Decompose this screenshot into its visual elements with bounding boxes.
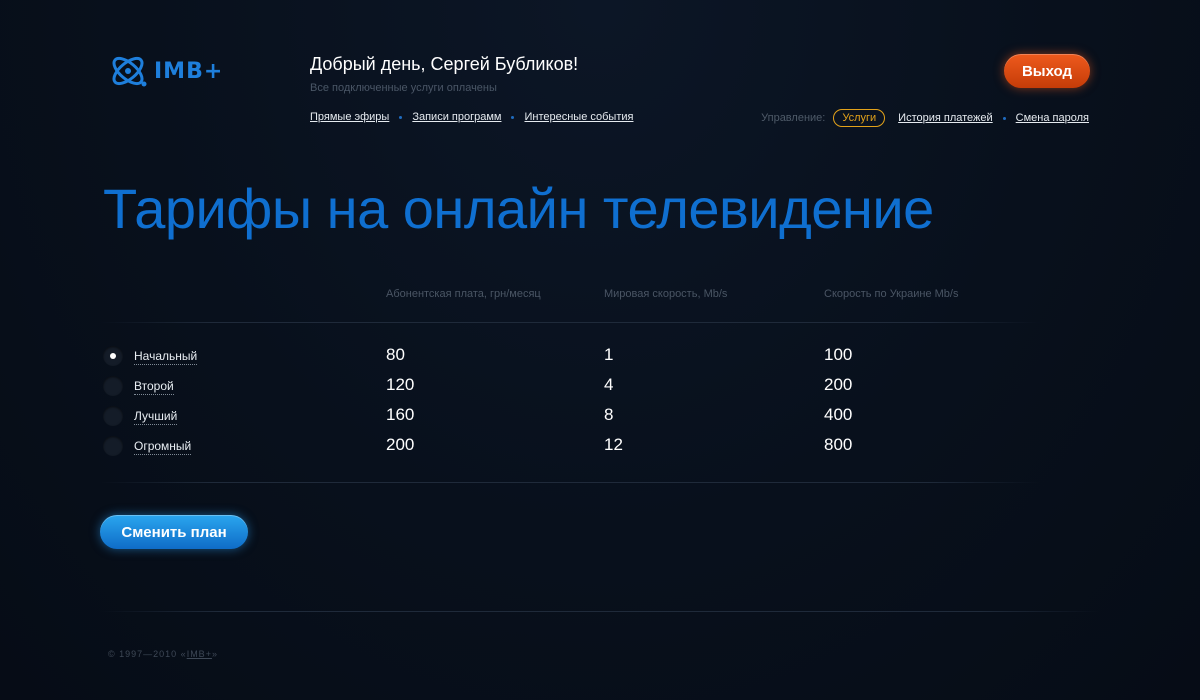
logo-text: IMB+ — [154, 58, 224, 84]
ua-speed-cell: 200 — [824, 375, 853, 394]
world-speed-cell: 1 — [604, 345, 614, 364]
table-row: Огромный 200 12 800 — [0, 433, 1200, 463]
plan-name[interactable]: Начальный — [134, 349, 198, 365]
copyright-text: © 1997—2010 « — [108, 649, 187, 659]
footer-divider — [100, 611, 1100, 612]
fee-cell: 160 — [386, 405, 415, 424]
management-nav: Управление: Услуги История платежей Смен… — [761, 109, 1089, 127]
world-speed-cell: 4 — [604, 375, 614, 394]
world-speed-cell: 12 — [604, 435, 623, 454]
table-row: Второй 120 4 200 — [0, 373, 1200, 403]
fee-cell: 200 — [386, 435, 415, 454]
nav-separator — [511, 115, 515, 119]
column-header-world-speed: Мировая скорость, Mb/s — [604, 288, 728, 300]
logo[interactable]: IMB+ — [108, 46, 238, 96]
plan-radio[interactable] — [103, 376, 123, 396]
ua-speed-cell: 100 — [824, 345, 853, 364]
column-header-fee: Абонентская плата, грн/месяц — [386, 288, 541, 300]
nav-change-password[interactable]: Смена пароля — [1016, 112, 1089, 124]
main-nav: Прямые эфиры Записи программ Интересные … — [310, 111, 633, 123]
atom-orbit-icon — [112, 56, 147, 87]
table-top-divider — [100, 322, 1040, 323]
fee-cell: 120 — [386, 375, 415, 394]
column-header-ua-speed: Скорость по Украине Mb/s — [824, 288, 959, 300]
nav-live-broadcasts[interactable]: Прямые эфиры — [310, 111, 389, 123]
nav-payment-history[interactable]: История платежей — [898, 112, 993, 124]
page-title: Тарифы на онлайн телевидение — [103, 177, 934, 240]
copyright-close: » — [211, 649, 218, 659]
plan-name[interactable]: Огромный — [134, 439, 192, 455]
nav-separator — [1002, 116, 1006, 120]
footer-copyright: © 1997—2010 «IMB+» — [108, 649, 218, 659]
ua-speed-cell: 800 — [824, 435, 853, 454]
payment-status: Все подключенные услуги оплачены — [310, 82, 497, 94]
table-row: Начальный 80 1 100 — [0, 343, 1200, 373]
greeting: Добрый день, Сергей Бубликов! — [310, 54, 579, 74]
ua-speed-cell: 400 — [824, 405, 853, 424]
footer-brand-link[interactable]: IMB+ — [187, 649, 212, 659]
management-label: Управление: — [761, 112, 826, 124]
table-bottom-divider — [100, 482, 1040, 483]
plan-radio[interactable] — [103, 406, 123, 426]
nav-program-recordings[interactable]: Записи программ — [412, 111, 501, 123]
table-row: Лучший 160 8 400 — [0, 403, 1200, 433]
plan-name[interactable]: Второй — [134, 379, 174, 395]
plan-radio[interactable] — [103, 436, 123, 456]
logout-button[interactable]: Выход — [1004, 54, 1090, 88]
change-plan-button[interactable]: Сменить план — [100, 515, 248, 549]
plan-radio[interactable] — [103, 346, 123, 366]
world-speed-cell: 8 — [604, 405, 614, 424]
nav-separator — [399, 115, 403, 119]
fee-cell: 80 — [386, 345, 405, 364]
nav-services[interactable]: Услуги — [833, 109, 886, 127]
nav-interesting-events[interactable]: Интересные события — [524, 111, 633, 123]
plan-name[interactable]: Лучший — [134, 409, 178, 425]
